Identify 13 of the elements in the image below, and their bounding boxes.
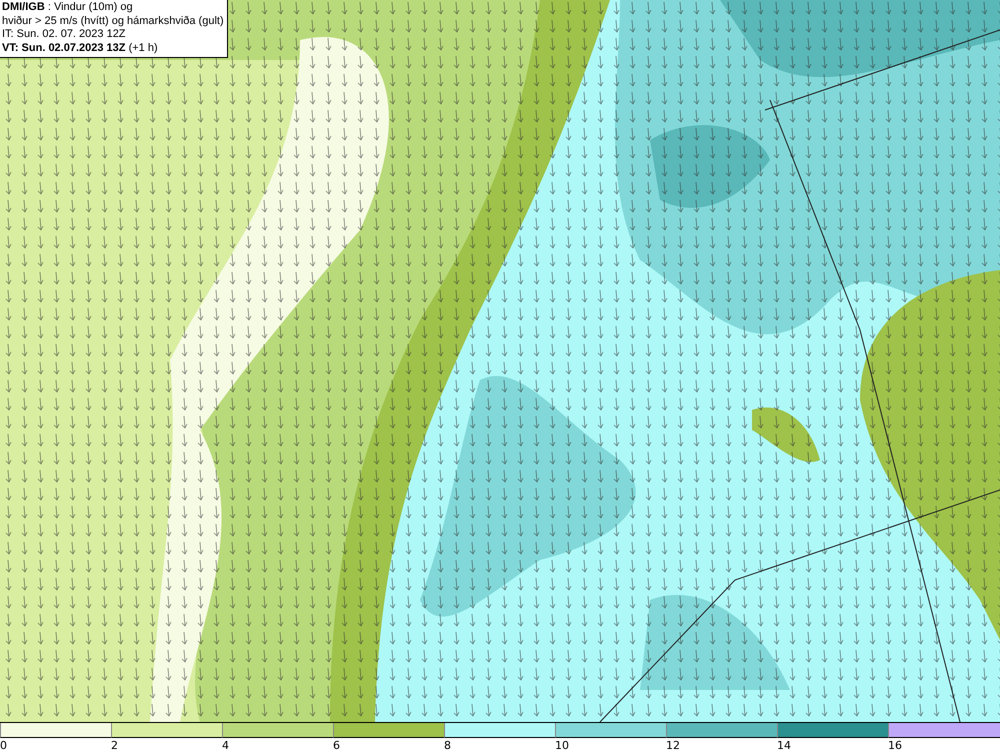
legend-tick-label: 10 (555, 738, 569, 753)
title-line: hviður > 25 m/s (hvítt) og hámarkshviða (gult) (2, 14, 224, 28)
title-line: IT: Sun. 02. 07. 2023 12Z (2, 28, 127, 42)
legend-tick-label: 6 (333, 738, 340, 753)
legend-tick-label: 12 (666, 738, 680, 753)
title-line: DMI/IGB : Vindur (10m) og (2, 1, 134, 14)
title-line: VT: Sun. 02.07.2023 13Z (+1 h) (2, 42, 159, 55)
legend-tick-label: 8 (444, 738, 451, 753)
legend-tick-label: 4 (222, 738, 229, 753)
legend-tick-label: 14 (777, 738, 791, 753)
legend-tick-label: 16 (888, 738, 902, 753)
legend-tick-label: 0 (0, 738, 7, 753)
legend-tick-label: 2 (111, 738, 118, 753)
